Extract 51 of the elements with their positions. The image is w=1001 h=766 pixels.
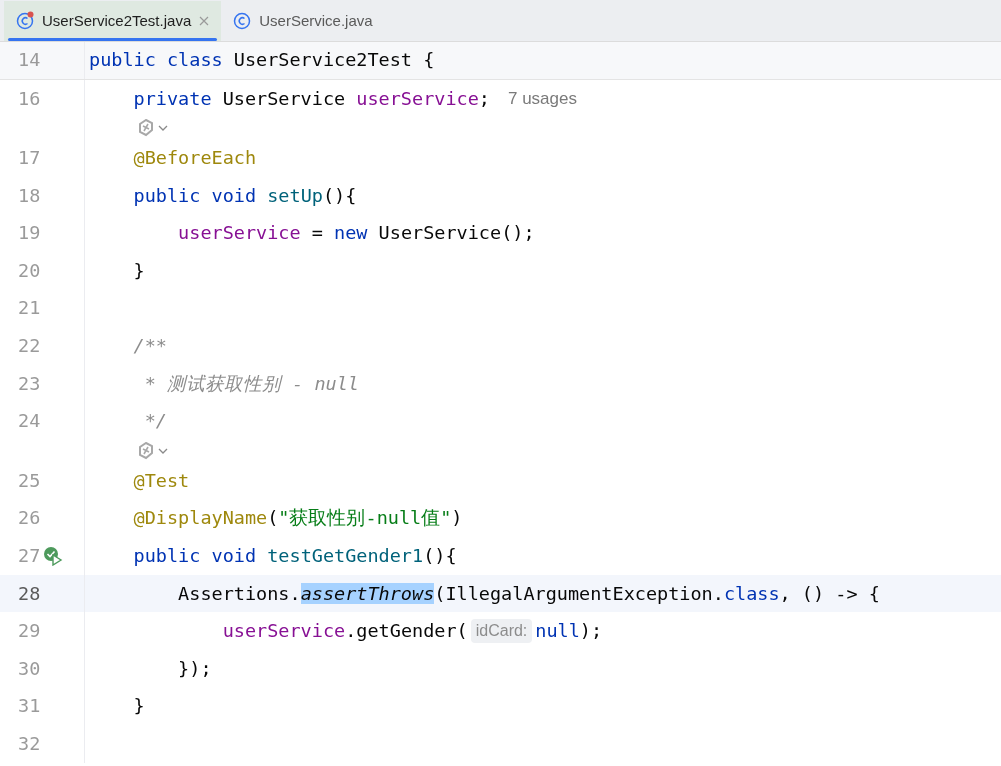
class-icon <box>16 12 34 30</box>
code-text: */ <box>143 409 167 434</box>
code-text: @BeforeEach <box>132 146 257 171</box>
line-number: 16 <box>17 86 41 111</box>
line-number: 30 <box>17 656 41 681</box>
gear-icon <box>136 119 156 138</box>
code-text: @Test <box>132 468 190 493</box>
line-number: 28 <box>17 581 41 606</box>
gear-icon <box>136 441 156 460</box>
line-number: 27 <box>17 544 41 569</box>
code-text: }); <box>177 656 212 681</box>
code-text: private UserService userService; <box>132 86 490 111</box>
line-number: 14 <box>17 48 41 73</box>
editor-tab[interactable]: UserService.java <box>221 1 385 41</box>
line-number: 20 <box>17 258 41 283</box>
code-text: } <box>132 694 145 719</box>
tab-label: UserService2Test.java <box>42 10 192 31</box>
chevron-down-icon <box>158 447 168 454</box>
usages-hint[interactable]: 7 usages <box>508 85 577 112</box>
code-text: * 测试获取性别 - null <box>143 371 359 396</box>
line-number: 19 <box>17 221 41 246</box>
parameter-hint: idCard: <box>470 619 533 644</box>
line-number: 23 <box>17 371 41 396</box>
inlay-menu-button[interactable] <box>136 441 168 460</box>
line-number: 32 <box>17 732 41 756</box>
code-text: } <box>132 258 145 283</box>
line-number: 21 <box>17 296 41 321</box>
code-text: /** <box>132 334 167 359</box>
chevron-down-icon <box>158 125 168 132</box>
code-text: @DisplayName("获取性别-null值") <box>132 506 463 531</box>
inlay-menu-button[interactable] <box>136 119 168 138</box>
line-number: 26 <box>17 506 41 531</box>
tab-label: UserService.java <box>259 10 373 31</box>
code-text: userService.getGender( <box>221 619 468 644</box>
code-text: public void setUp(){ <box>132 183 357 208</box>
code-text: Assertions.assertThrows(IllegalArgumentException.class, () -> { <box>177 581 880 606</box>
line-number: 24 <box>17 409 41 434</box>
code-text: public class UserService2Test { <box>89 48 435 73</box>
code-text: null); <box>535 619 603 644</box>
line-number: 22 <box>17 334 41 359</box>
line-number: 31 <box>17 694 41 719</box>
line-number: 18 <box>17 183 41 208</box>
class-icon <box>233 12 252 30</box>
close-icon[interactable] <box>199 16 210 26</box>
run-test-icon[interactable] <box>43 545 64 566</box>
line-number: 29 <box>17 619 41 644</box>
code-text: public void testGetGender1(){ <box>132 544 457 569</box>
line-number: 25 <box>17 468 41 493</box>
code-text: userService = new UserService(); <box>177 221 535 246</box>
line-number: 17 <box>17 146 41 171</box>
editor-tab[interactable]: UserService2Test.java <box>4 1 222 41</box>
